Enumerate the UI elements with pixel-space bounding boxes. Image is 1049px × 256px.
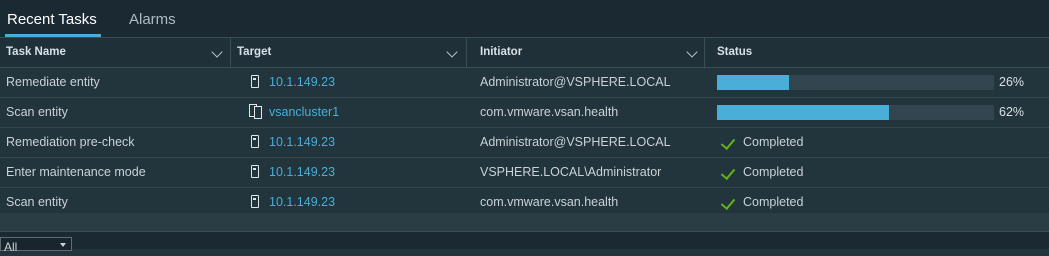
caret-down-icon [60, 243, 66, 247]
status-text: Completed [743, 135, 804, 149]
checkmark-icon [720, 164, 736, 181]
chevron-down-icon[interactable] [446, 46, 458, 58]
host-icon [251, 165, 259, 178]
initiator: com.vmware.vsan.health [480, 105, 619, 119]
target-link[interactable]: 10.1.149.23 [269, 128, 335, 157]
column-divider[interactable] [704, 38, 705, 67]
progress-fill [717, 75, 790, 90]
host-icon [251, 135, 259, 148]
progress-bar [717, 105, 994, 120]
progress-percent: 62% [999, 105, 1025, 119]
task-name: Scan entity [6, 105, 68, 119]
task-filter-select[interactable]: All [0, 237, 72, 254]
table-row[interactable]: Remediate entity 10.1.149.23 Administrat… [0, 68, 1049, 98]
task-name: Enter maintenance mode [6, 165, 146, 179]
tab-recent-tasks[interactable]: Recent Tasks [5, 0, 101, 37]
task-filter-value: All [4, 240, 18, 254]
checkmark-icon [720, 134, 736, 151]
task-tabs: Recent Tasks Alarms [0, 0, 1049, 38]
table-header: Task Name Target Initiator Status [0, 38, 1049, 68]
initiator: Administrator@VSPHERE.LOCAL [480, 75, 671, 89]
status-text: Completed [743, 165, 804, 179]
table-row[interactable]: Remediation pre-check 10.1.149.23 Admini… [0, 128, 1049, 158]
host-icon [251, 195, 259, 208]
column-task-name[interactable]: Task Name [0, 38, 230, 67]
task-name: Remediation pre-check [6, 135, 135, 149]
target-link[interactable]: vsancluster1 [269, 98, 339, 127]
column-divider[interactable] [466, 38, 467, 67]
table-row[interactable]: Scan entity vsancluster1 com.vmware.vsan… [0, 98, 1049, 128]
checkmark-icon [720, 194, 736, 211]
cluster-icon [249, 104, 263, 119]
initiator: VSPHERE.LOCAL\Administrator [480, 165, 662, 179]
initiator: Administrator@VSPHERE.LOCAL [480, 135, 671, 149]
tab-alarms[interactable]: Alarms [129, 0, 176, 37]
progress-bar [717, 75, 994, 90]
table-row[interactable]: Scan entity 10.1.149.23 com.vmware.vsan.… [0, 188, 1049, 213]
table-footer: All [0, 231, 1049, 254]
column-task-name-label: Task Name [6, 46, 66, 58]
task-name: Remediate entity [6, 75, 100, 89]
chevron-down-icon[interactable] [686, 46, 698, 58]
column-status[interactable]: Status [711, 38, 1041, 67]
progress-fill [717, 105, 889, 120]
column-initiator-label: Initiator [480, 46, 523, 58]
host-icon [251, 75, 259, 88]
column-target-label: Target [237, 46, 272, 58]
column-status-label: Status [717, 46, 753, 58]
progress-percent: 26% [999, 75, 1025, 89]
table-row[interactable]: Enter maintenance mode 10.1.149.23 VSPHE… [0, 158, 1049, 188]
column-target[interactable]: Target [231, 38, 466, 67]
target-link[interactable]: 10.1.149.23 [269, 68, 335, 97]
target-link[interactable]: 10.1.149.23 [269, 158, 335, 187]
column-initiator[interactable]: Initiator [474, 38, 704, 67]
table-empty-area [0, 213, 1049, 231]
chevron-down-icon[interactable] [211, 46, 223, 58]
